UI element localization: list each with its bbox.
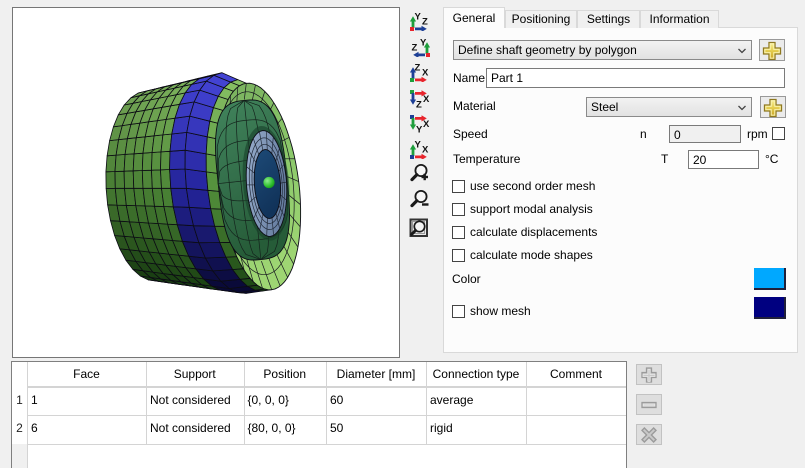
svg-text:Z: Z [412,43,418,54]
svg-text:X: X [423,94,430,105]
svg-text:Z: Z [416,100,422,109]
svg-text:X: X [422,145,429,156]
svg-text:Y: Y [416,125,423,134]
svg-text:Z: Z [422,17,428,28]
svg-text:X: X [423,119,430,130]
svg-text:X: X [422,68,429,79]
